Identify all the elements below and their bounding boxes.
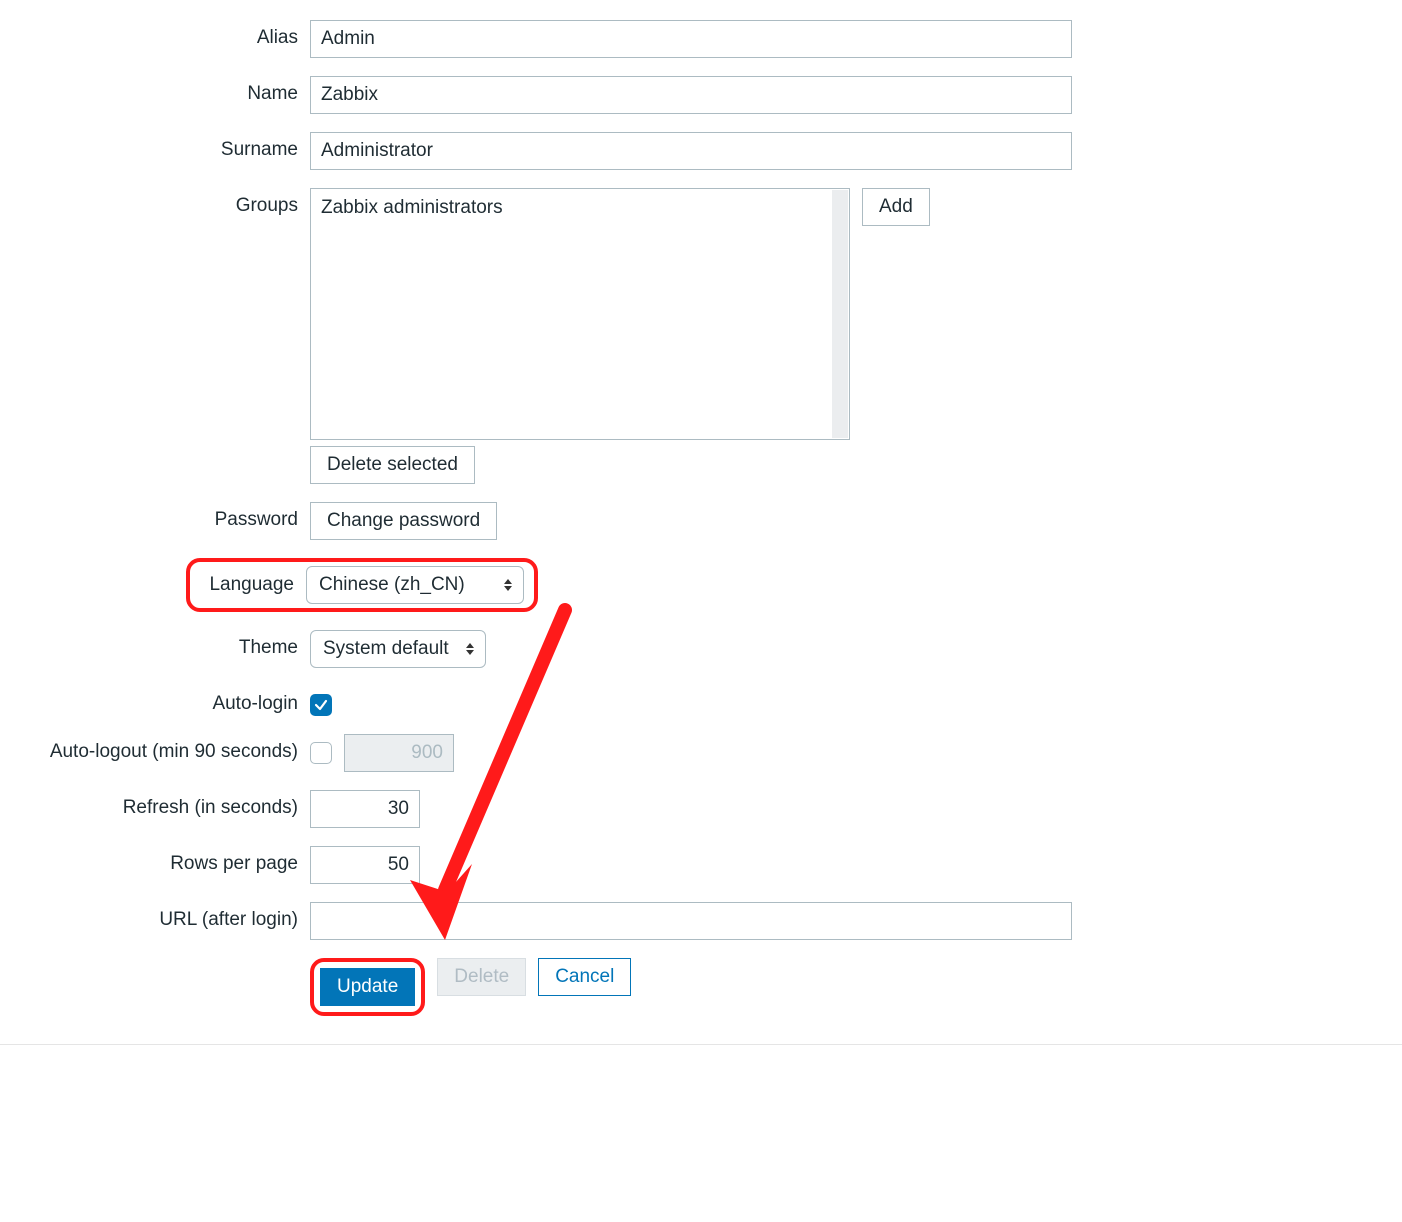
row-surname: Surname: [0, 132, 1402, 170]
theme-value: System default: [323, 638, 449, 660]
row-name: Name: [0, 76, 1402, 114]
check-icon: [314, 698, 328, 712]
language-highlight: Language Chinese (zh_CN): [186, 558, 538, 612]
user-form: Alias Name Surname Groups Zabbix adminis…: [0, 0, 1402, 1045]
label-rowsperpage: Rows per page: [0, 846, 310, 875]
chevron-updown-icon: [465, 643, 475, 655]
row-buttons: Update Delete Cancel: [0, 958, 1402, 1016]
label-groups: Groups: [0, 188, 310, 217]
language-select[interactable]: Chinese (zh_CN): [306, 566, 524, 604]
row-alias: Alias: [0, 20, 1402, 58]
label-language: Language: [196, 574, 306, 596]
name-input[interactable]: [310, 76, 1072, 114]
row-url: URL (after login): [0, 902, 1402, 940]
row-language: Language Chinese (zh_CN): [186, 558, 1402, 612]
label-alias: Alias: [0, 20, 310, 49]
alias-input[interactable]: [310, 20, 1072, 58]
row-groups-actions: Delete selected: [0, 446, 1402, 484]
rowsperpage-input[interactable]: [310, 846, 420, 884]
groups-listbox[interactable]: Zabbix administrators: [310, 188, 850, 440]
delete-button: Delete: [437, 958, 526, 996]
chevron-updown-icon: [503, 579, 513, 591]
label-name: Name: [0, 76, 310, 105]
cancel-button[interactable]: Cancel: [538, 958, 631, 996]
label-autologout: Auto-logout (min 90 seconds): [0, 734, 310, 763]
delete-selected-button[interactable]: Delete selected: [310, 446, 475, 484]
surname-input[interactable]: [310, 132, 1072, 170]
update-highlight: Update: [310, 958, 425, 1016]
url-input[interactable]: [310, 902, 1072, 940]
label-url: URL (after login): [0, 902, 310, 931]
row-autologout: Auto-logout (min 90 seconds): [0, 734, 1402, 772]
autologout-checkbox[interactable]: [310, 742, 332, 764]
autologout-input: [344, 734, 454, 772]
row-rowsperpage: Rows per page: [0, 846, 1402, 884]
row-theme: Theme System default: [0, 630, 1402, 668]
row-refresh: Refresh (in seconds): [0, 790, 1402, 828]
update-button[interactable]: Update: [320, 968, 415, 1006]
add-group-button[interactable]: Add: [862, 188, 930, 226]
theme-select[interactable]: System default: [310, 630, 486, 668]
row-groups: Groups Zabbix administrators Add: [0, 188, 1402, 440]
label-surname: Surname: [0, 132, 310, 161]
groups-item[interactable]: Zabbix administrators: [311, 189, 849, 227]
label-refresh: Refresh (in seconds): [0, 790, 310, 819]
label-autologin: Auto-login: [0, 686, 310, 715]
refresh-input[interactable]: [310, 790, 420, 828]
language-value: Chinese (zh_CN): [319, 574, 465, 596]
label-password: Password: [0, 502, 310, 531]
change-password-button[interactable]: Change password: [310, 502, 497, 540]
row-password: Password Change password: [0, 502, 1402, 540]
row-autologin: Auto-login: [0, 686, 1402, 716]
autologin-checkbox[interactable]: [310, 694, 332, 716]
label-theme: Theme: [0, 630, 310, 659]
